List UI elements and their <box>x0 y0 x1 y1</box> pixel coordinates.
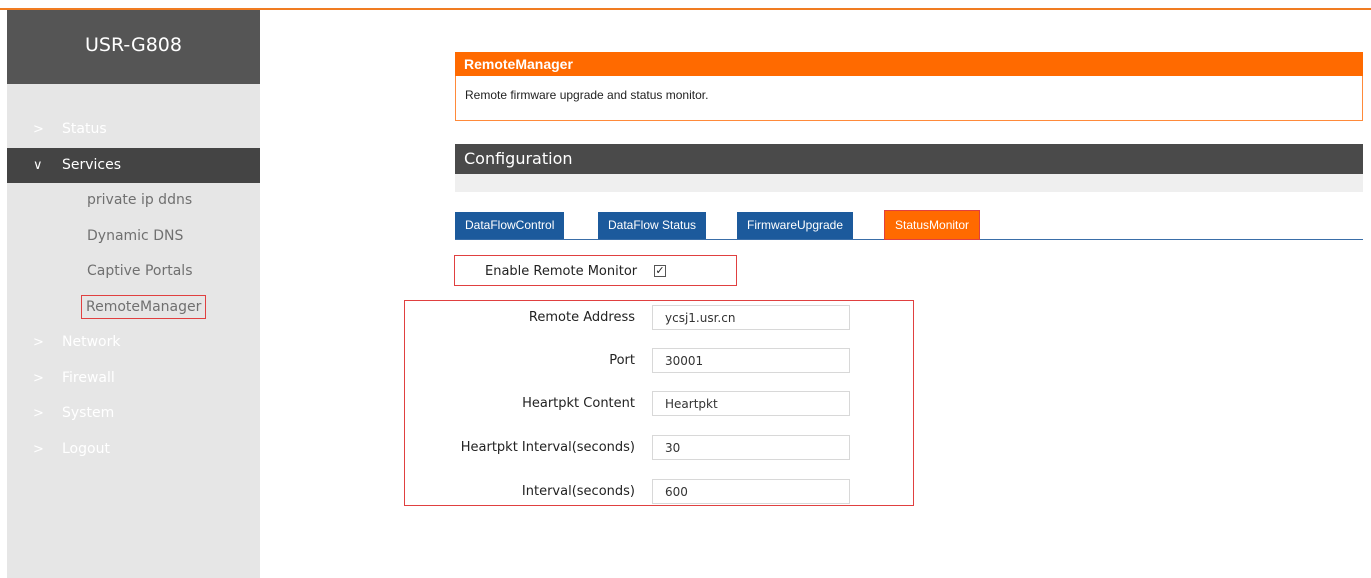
port-input[interactable]: 30001 <box>652 348 850 373</box>
form-row-heartpkt-content: Heartpkt Content Heartpkt <box>405 391 915 416</box>
interval-label: Interval(seconds) <box>521 484 635 499</box>
chevron-right-icon: > <box>33 335 44 350</box>
chevron-right-icon: > <box>33 122 44 137</box>
enable-remote-monitor-label: Enable Remote Monitor <box>485 264 638 279</box>
sidebar-item-network[interactable]: > Network <box>7 325 260 361</box>
tab-status-monitor[interactable]: StatusMonitor <box>884 210 981 240</box>
chevron-right-icon: > <box>33 441 44 457</box>
tab-firmware-upgrade[interactable]: FirmwareUpgrade <box>737 212 854 239</box>
sidebar-item-services[interactable]: ∨ Services <box>7 147 260 183</box>
heartpkt-content-label: Heartpkt Content <box>522 396 635 411</box>
sidebar-item-firewall[interactable]: > Firewall <box>7 361 260 397</box>
form-row-heartpkt-interval: Heartpkt Interval(seconds) 30 <box>405 435 915 460</box>
sidebar-item-label: Network <box>62 334 121 350</box>
main-content: RemoteManager Remote firmware upgrade an… <box>455 52 1363 192</box>
brand-title: USR-G808 <box>7 10 260 84</box>
chevron-down-icon: ∨ <box>33 157 43 173</box>
remote-manager-title: RemoteManager <box>455 52 1363 76</box>
form-row-remote-address: Remote Address ycsj1.usr.cn <box>405 305 915 330</box>
sidebar-subitem-captive-portals[interactable]: Captive Portals <box>7 254 260 290</box>
heartpkt-interval-input[interactable]: 30 <box>652 435 850 460</box>
sidebar-subitem-private-ip-ddns[interactable]: private ip ddns <box>7 183 260 219</box>
sidebar-item-label: System <box>62 405 115 421</box>
sidebar-nav: > Status ∨ Services private ip ddns Dyna… <box>7 112 260 467</box>
remote-monitor-form: Remote Address ycsj1.usr.cn Port 30001 H… <box>404 300 914 506</box>
configuration-strip <box>455 174 1363 192</box>
tab-bar: DataFlowControl DataFlow Status Firmware… <box>455 210 1363 240</box>
chevron-right-icon: > <box>33 406 44 421</box>
sidebar-item-logout[interactable]: > Logout <box>7 432 260 468</box>
sidebar-subitem-dynamic-dns[interactable]: Dynamic DNS <box>7 219 260 255</box>
remote-address-input[interactable]: ycsj1.usr.cn <box>652 305 850 330</box>
enable-remote-monitor-row: Enable Remote Monitor ✓ <box>454 255 737 286</box>
port-label: Port <box>609 353 635 368</box>
top-accent-line <box>0 0 1371 10</box>
sidebar-subitem-remote-manager[interactable]: RemoteManager <box>7 290 260 326</box>
sidebar-item-label: Status <box>62 121 107 137</box>
remote-manager-description: Remote firmware upgrade and status monit… <box>455 76 1363 121</box>
sidebar: USR-G808 > Status ∨ Services private ip … <box>7 10 260 578</box>
sidebar-item-label: Logout <box>62 440 110 457</box>
chevron-right-icon: > <box>33 370 44 386</box>
sidebar-item-label: Firewall <box>62 369 115 386</box>
heartpkt-interval-label: Heartpkt Interval(seconds) <box>460 440 635 455</box>
remote-address-label: Remote Address <box>528 310 635 325</box>
sidebar-item-system[interactable]: > System <box>7 396 260 432</box>
sidebar-item-status[interactable]: > Status <box>7 112 260 148</box>
sidebar-subitem-label: RemoteManager <box>81 294 207 319</box>
tab-dataflow-status[interactable]: DataFlow Status <box>598 212 707 239</box>
interval-input[interactable]: 600 <box>652 479 850 504</box>
form-row-interval: Interval(seconds) 600 <box>405 479 915 504</box>
form-row-port: Port 30001 <box>405 348 915 373</box>
enable-remote-monitor-checkbox[interactable]: ✓ <box>654 265 666 277</box>
heartpkt-content-input[interactable]: Heartpkt <box>652 391 850 416</box>
sidebar-item-label: Services <box>62 156 122 173</box>
configuration-title: Configuration <box>455 144 1363 174</box>
tab-dataflow-control[interactable]: DataFlowControl <box>455 212 565 239</box>
